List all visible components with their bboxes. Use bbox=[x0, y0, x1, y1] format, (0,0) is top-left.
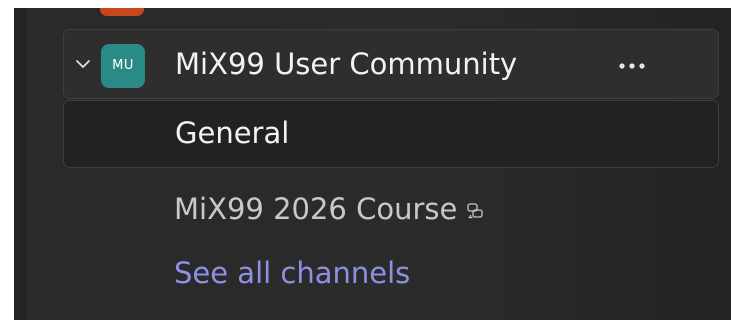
more-options-icon[interactable] bbox=[614, 56, 650, 76]
see-all-channels-link[interactable]: See all channels bbox=[174, 256, 410, 290]
team-avatar: MU bbox=[101, 44, 145, 88]
channel-label: MiX99 2026 Course bbox=[174, 192, 458, 226]
team-row-mix99-user-community[interactable]: MU MiX99 User Community bbox=[63, 29, 719, 99]
app-rail bbox=[14, 8, 27, 320]
team-name: MiX99 User Community bbox=[175, 47, 518, 81]
channel-item-mix99-2026-course[interactable]: MiX99 2026 Course bbox=[174, 189, 484, 229]
previous-team-avatar[interactable] bbox=[100, 8, 144, 16]
channel-label: General bbox=[175, 116, 290, 150]
teams-list-panel: MU MiX99 User Community General MiX99 20… bbox=[14, 8, 731, 320]
channel-item-general[interactable]: General bbox=[63, 100, 719, 168]
chevron-down-icon[interactable] bbox=[75, 57, 91, 71]
shared-channel-icon bbox=[467, 203, 483, 219]
